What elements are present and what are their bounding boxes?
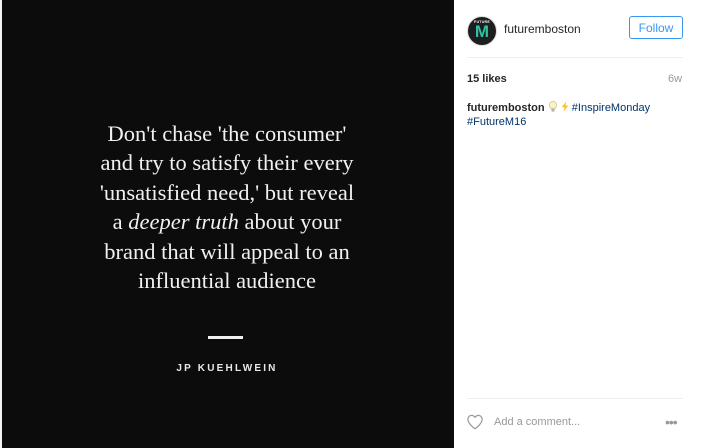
likes-count[interactable]: 15 likes bbox=[467, 73, 507, 85]
divider bbox=[467, 398, 683, 399]
quote-text: Don't chase 'the consumer' and try to sa… bbox=[52, 119, 402, 295]
post-image: Don't chase 'the consumer' and try to sa… bbox=[0, 0, 454, 448]
caption: futuremboston #InspireMonday #FutureM16 bbox=[467, 101, 683, 129]
post-username[interactable]: futuremboston bbox=[504, 22, 581, 36]
lightning-icon bbox=[561, 101, 568, 112]
quote-line: 'unsatisfied need,' but reveal bbox=[99, 179, 355, 205]
avatar[interactable]: FUTURE M bbox=[467, 16, 497, 46]
heart-icon[interactable] bbox=[466, 413, 484, 431]
quote-line: Don't chase 'the consumer' bbox=[107, 121, 347, 146]
more-options-icon[interactable]: ••• bbox=[665, 414, 678, 430]
quote-prefix: a bbox=[112, 209, 129, 235]
avatar-letter: M bbox=[474, 22, 490, 41]
quote-line: a deeper truth about your bbox=[52, 207, 402, 236]
comment-input[interactable] bbox=[494, 414, 654, 430]
post-sidebar bbox=[454, 0, 701, 448]
follow-button[interactable]: Follow bbox=[629, 16, 683, 39]
post-age[interactable]: 6w bbox=[668, 73, 682, 85]
hashtag-link[interactable]: #InspireMonday bbox=[572, 102, 650, 114]
divider bbox=[467, 57, 683, 58]
caption-username[interactable]: futuremboston bbox=[467, 102, 545, 114]
lightbulb-icon bbox=[548, 101, 557, 112]
quote-line: and try to satisfy their every bbox=[100, 150, 354, 176]
quote-suffix: about your bbox=[238, 209, 342, 235]
quote-line: brand that will appeal to an bbox=[104, 238, 350, 264]
quote-author: JP KUEHLWEIN bbox=[176, 363, 278, 374]
quote-divider bbox=[208, 336, 243, 339]
hashtag-link[interactable]: #FutureM16 bbox=[467, 116, 526, 128]
quote-emphasis: deeper truth bbox=[128, 209, 239, 235]
quote-line: influential audience bbox=[137, 268, 317, 294]
